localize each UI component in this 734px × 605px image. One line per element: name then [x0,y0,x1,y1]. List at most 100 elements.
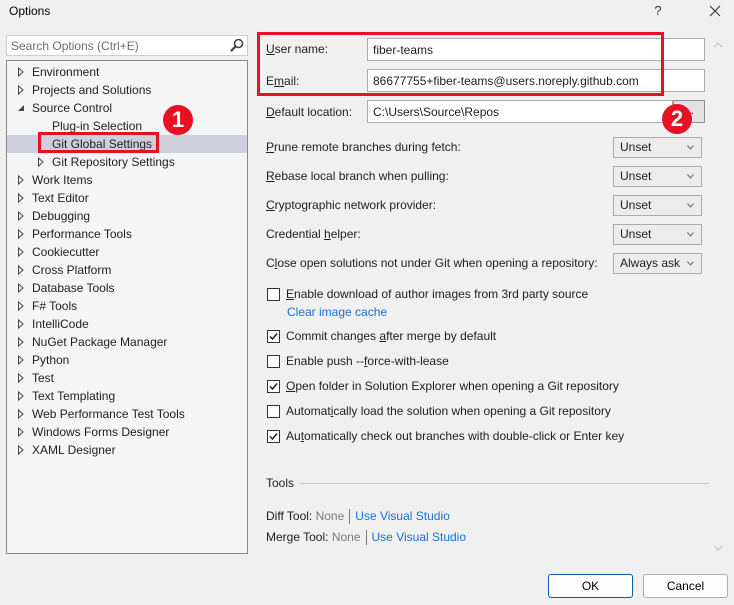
dropdown-label: Cryptographic network provider: [266,198,437,212]
tree-item-label: Git Repository Settings [52,155,175,169]
diff-tool-value: None [315,509,345,523]
dropdown-label: Credential helper: [266,227,361,241]
tree-item[interactable]: Projects and Solutions [7,81,247,99]
checkbox[interactable] [267,355,280,368]
collapse-arrow-icon[interactable] [17,99,27,117]
checkbox[interactable] [267,405,280,418]
clear-image-cache-link[interactable]: Clear image cache [287,305,387,319]
setting-dropdown[interactable]: Unset [613,166,702,187]
expand-arrow-icon[interactable] [17,63,27,81]
expand-arrow-icon[interactable] [17,189,27,207]
tree-item-label: NuGet Package Manager [32,335,168,349]
expand-arrow-icon[interactable] [17,369,27,387]
user-name-field[interactable] [367,38,705,61]
tree-item[interactable]: Cross Platform [7,261,247,279]
search-input[interactable] [7,36,217,55]
window-title: Options [9,4,51,18]
tree-item[interactable]: XAML Designer [7,441,247,459]
expand-arrow-icon[interactable] [17,351,27,369]
expand-arrow-icon[interactable] [17,441,27,459]
expand-arrow-icon[interactable] [17,423,27,441]
search-box[interactable] [6,35,248,56]
checkmark-icon [269,383,278,391]
expand-arrow-icon[interactable] [17,297,27,315]
tree-item[interactable]: Python [7,351,247,369]
checkbox[interactable] [267,430,280,443]
dropdown-label: Rebase local branch when pulling: [266,169,449,183]
tree-item-label: Web Performance Test Tools [32,407,185,421]
tree-item[interactable]: Work Items [7,171,247,189]
tree-item[interactable]: Cookiecutter [7,243,247,261]
expand-arrow-icon[interactable] [17,171,27,189]
diff-tool-use-vs-link[interactable]: Use Visual Studio [355,509,450,523]
options-tree[interactable]: Environment Projects and Solutions Source … [6,60,248,554]
tools-header: Tools [266,476,295,490]
tree-item-label: Source Control [32,101,113,115]
expand-arrow-icon[interactable] [17,387,27,405]
expand-arrow-icon[interactable] [17,81,27,99]
user-name-label: User name: [266,42,329,56]
tree-item[interactable]: Git Repository Settings [7,153,247,171]
step-badge-1: 1 [163,105,193,135]
tree-item[interactable]: Performance Tools [7,225,247,243]
default-location-input[interactable] [368,101,672,122]
setting-dropdown[interactable]: Unset [613,195,702,216]
chevron-down-icon [687,138,694,157]
expand-arrow-icon[interactable] [17,243,27,261]
tools-divider [300,483,709,484]
tree-item[interactable]: Git Global Settings [7,135,247,153]
merge-tool-use-vs-link[interactable]: Use Visual Studio [372,530,467,544]
tree-item[interactable]: Plug-in Selection [7,117,247,135]
merge-tool-value: None [331,530,361,544]
setting-dropdown[interactable]: Always ask [613,253,702,274]
tree-item[interactable]: IntelliCode [7,315,247,333]
tree-item[interactable]: Environment [7,63,247,81]
ok-button[interactable]: OK [548,574,633,598]
dropdown-value: Unset [620,227,652,241]
expand-arrow-icon[interactable] [17,333,27,351]
expand-arrow-icon[interactable] [17,225,27,243]
expand-arrow-icon[interactable] [17,315,27,333]
checkbox[interactable] [267,380,280,393]
tree-item[interactable]: Text Templating [7,387,247,405]
default-location-field[interactable] [367,100,673,123]
expand-arrow-icon[interactable] [17,207,27,225]
diff-tool-row: Diff Tool: None Use Visual Studio [266,509,450,525]
email-input[interactable] [368,70,704,91]
scroll-down-icon[interactable] [713,543,723,554]
tree-item[interactable]: Windows Forms Designer [7,423,247,441]
email-label: Email: [266,74,300,88]
tree-item-label: Performance Tools [32,227,132,241]
tree-item[interactable]: Source Control [7,99,247,117]
tree-item[interactable]: Database Tools [7,279,247,297]
tree-item-label: Text Templating [32,389,116,403]
help-button[interactable]: ? [648,0,668,22]
cancel-button[interactable]: Cancel [643,574,728,598]
expand-arrow-icon[interactable] [17,279,27,297]
user-name-input[interactable] [368,39,704,60]
expand-arrow-icon[interactable] [17,261,27,279]
setting-dropdown[interactable]: Unset [613,224,702,245]
close-button[interactable] [704,0,726,22]
tree-item-label: Environment [32,65,100,79]
tree-item[interactable]: F# Tools [7,297,247,315]
dropdown-value: Unset [620,140,652,154]
checkbox[interactable] [267,330,280,343]
tree-item[interactable]: NuGet Package Manager [7,333,247,351]
merge-tool-label: Merge Tool: [266,530,329,544]
setting-dropdown[interactable]: Unset [613,137,702,158]
email-field[interactable] [367,69,705,92]
tree-item[interactable]: Debugging [7,207,247,225]
tree-item-label: Python [32,353,70,367]
expand-arrow-icon[interactable] [17,405,27,423]
chevron-down-icon [687,196,694,215]
tree-item-label: IntelliCode [32,317,89,331]
checkbox[interactable] [267,288,280,301]
tree-item[interactable]: Test [7,369,247,387]
scroll-up-icon[interactable] [713,40,723,51]
expand-arrow-icon[interactable] [37,153,47,171]
dropdown-value: Unset [620,198,652,212]
tree-item[interactable]: Web Performance Test Tools [7,405,247,423]
tree-item[interactable]: Text Editor [7,189,247,207]
search-icon [230,38,244,52]
